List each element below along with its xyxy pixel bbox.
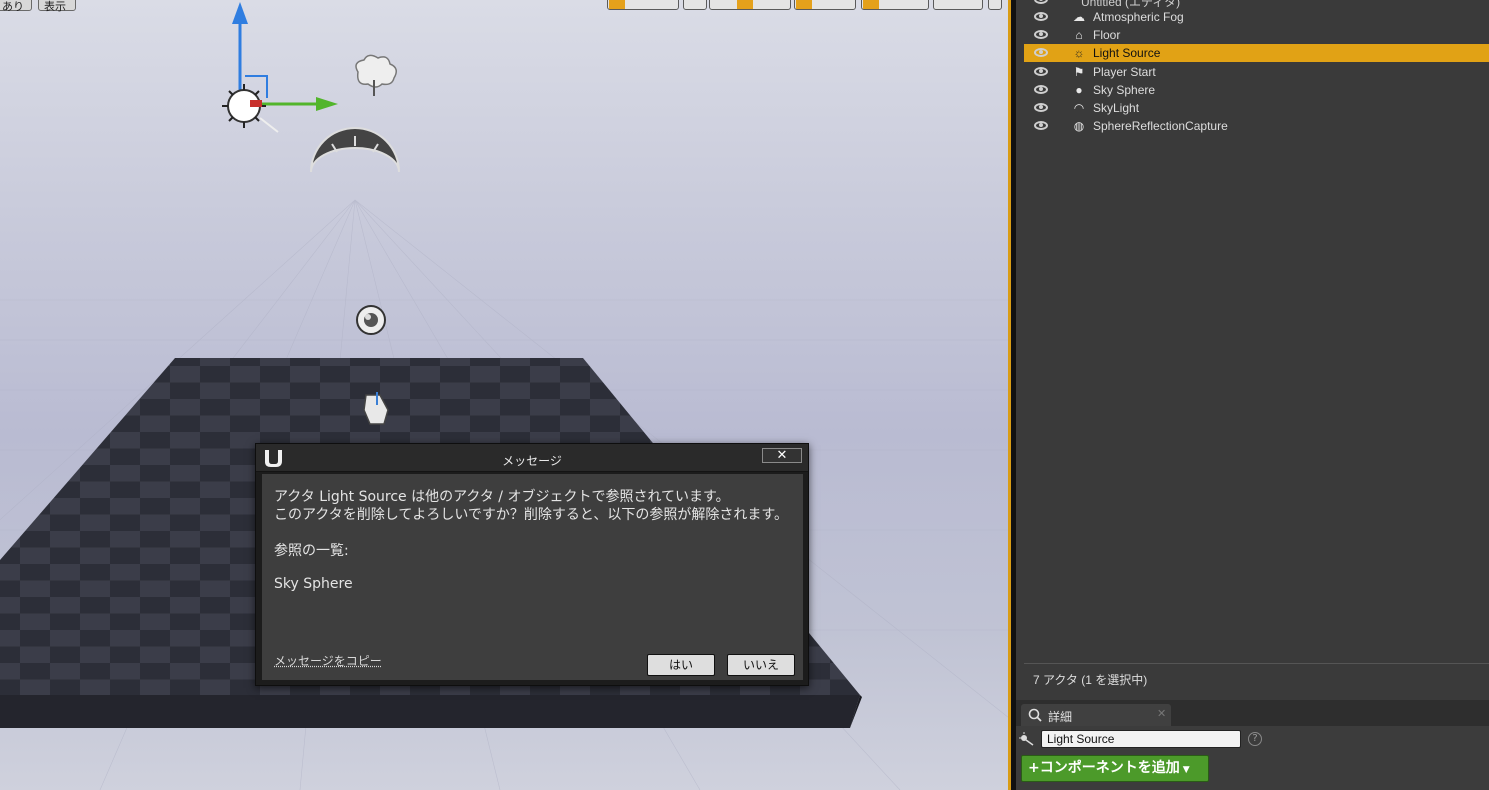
transform-tools-group	[607, 0, 679, 10]
outliner-item-label: Sky Sphere	[1093, 82, 1156, 97]
tab-details[interactable]: 詳細 ✕	[1021, 704, 1171, 726]
visibility-eye-icon[interactable]	[1034, 103, 1048, 112]
outliner-divider	[1024, 663, 1489, 664]
light-source-billboard[interactable]	[222, 84, 266, 128]
details-tab-label: 詳細	[1048, 710, 1073, 724]
no-button[interactable]: いいえ	[727, 654, 795, 676]
outliner-item-skylight[interactable]: ◠ SkyLight	[1024, 99, 1489, 117]
outliner-item-light-source[interactable]: ☼ Light Source	[1024, 44, 1489, 63]
scale-tool-icon[interactable]	[647, 0, 663, 9]
viewport-options-button[interactable]: あり	[0, 0, 32, 13]
outliner-item-label: Atmospheric Fog	[1093, 10, 1184, 24]
reflection-capture-icon: ◍	[1073, 119, 1085, 134]
dialog-title: メッセージ	[502, 454, 562, 468]
scale-snap-icon[interactable]	[863, 0, 879, 9]
outliner-item-label: Player Start	[1093, 64, 1156, 79]
visibility-eye-icon[interactable]	[1034, 84, 1048, 94]
outliner-item-floor[interactable]: ⌂ Floor	[1024, 26, 1489, 44]
rotate-tool-icon[interactable]	[628, 0, 644, 9]
tab-close-icon[interactable]: ✕	[1157, 707, 1166, 720]
visibility-eye-icon[interactable]	[1034, 48, 1048, 58]
reference-list-item: Sky Sphere	[274, 576, 353, 592]
translate-tool-icon[interactable]	[609, 0, 625, 9]
camera-speed-icon[interactable]	[933, 0, 983, 10]
rotation-snap-group	[794, 0, 856, 10]
close-icon[interactable]: ✕	[762, 448, 802, 463]
directional-light-icon: ☼	[1073, 46, 1085, 61]
level-viewport[interactable]: あり 表示 メッセージ ✕ アクタ Light Source は他のアクタ / …	[0, 0, 1010, 790]
viewport-show-button[interactable]: 表示	[38, 0, 76, 13]
outliner-item-atmospheric-fog[interactable]: ☁ Atmospheric Fog	[1024, 8, 1489, 26]
message-dialog: メッセージ ✕ アクタ Light Source は他のアクタ / オブジェクト…	[255, 443, 809, 686]
world-outliner: Untitled (エディタ) ☁ Atmospheric Fog ⌂ Floor ☼ L…	[1016, 0, 1489, 700]
dialog-titlebar[interactable]: メッセージ ✕	[256, 444, 808, 472]
plus-icon: +	[1028, 760, 1040, 776]
copy-message-link[interactable]: メッセージをコピー	[274, 652, 382, 669]
fog-billboard[interactable]	[355, 54, 397, 96]
actor-name-field[interactable]: Light Source	[1041, 730, 1241, 748]
dialog-message-line: このアクタを削除してよろしいですか？削除すると、以下の参照が解除されます。	[274, 507, 788, 523]
grid-snap-icon[interactable]	[737, 0, 753, 9]
visibility-eye-icon[interactable]	[1034, 121, 1048, 131]
search-icon	[1028, 708, 1042, 722]
outliner-item-spherereflectioncapture[interactable]: ◍ SphereReflectionCapture	[1024, 117, 1489, 135]
maximize-viewport-icon[interactable]	[988, 0, 1002, 10]
rotation-snap-icon[interactable]	[796, 0, 812, 9]
surface-snap-icon[interactable]	[711, 0, 727, 9]
chevron-down-icon: ▼	[1182, 765, 1190, 775]
player-start-icon: ⚑	[1073, 64, 1085, 79]
sky-sphere-billboard[interactable]	[356, 305, 386, 335]
yes-button[interactable]: はい	[647, 654, 715, 676]
details-panel: 詳細 ✕ Light Source ? +コンポーネントを追加 ▼	[1016, 700, 1489, 790]
visibility-eye-icon[interactable]	[1034, 0, 1048, 4]
outliner-item-label: SkyLight	[1093, 101, 1140, 115]
outliner-item-label: Floor	[1093, 28, 1121, 43]
add-component-button[interactable]: +コンポーネントを追加 ▼	[1021, 755, 1209, 782]
dialog-message-line: アクタ Light Source は他のアクタ / オブジェクトで参照されていま…	[274, 489, 730, 505]
sky-light-icon: ◠	[1073, 101, 1085, 115]
scale-snap-group	[861, 0, 929, 10]
outliner-item-label: SphereReflectionCapture	[1093, 119, 1228, 134]
grid-snap-group	[709, 0, 791, 10]
fog-icon: ☁	[1073, 10, 1085, 24]
outliner-item-sky-sphere[interactable]: ● Sky Sphere	[1024, 81, 1489, 99]
sphere-icon: ●	[1075, 82, 1083, 97]
outliner-item-label: Light Source	[1093, 46, 1161, 61]
actor-type-icon	[1019, 732, 1034, 746]
visibility-eye-icon[interactable]	[1034, 66, 1048, 76]
actor-count: 7 アクタ (1 を選択中)	[1033, 673, 1148, 687]
outliner-item-player-start[interactable]: ⚑ Player Start	[1024, 63, 1489, 81]
add-component-label: コンポーネントを追加	[1039, 760, 1180, 776]
static-mesh-icon: ⌂	[1075, 28, 1083, 43]
visibility-eye-icon[interactable]	[1034, 12, 1048, 21]
world-local-toggle-icon[interactable]	[683, 0, 707, 10]
reference-list-heading: 参照の一覧:	[274, 543, 349, 559]
help-icon[interactable]: ?	[1248, 732, 1262, 746]
visibility-eye-icon[interactable]	[1034, 30, 1048, 40]
sky-light-billboard[interactable]	[310, 127, 400, 173]
panel-splitter[interactable]	[1008, 0, 1016, 790]
dialog-body: アクタ Light Source は他のアクタ / オブジェクトで参照されていま…	[262, 474, 803, 680]
